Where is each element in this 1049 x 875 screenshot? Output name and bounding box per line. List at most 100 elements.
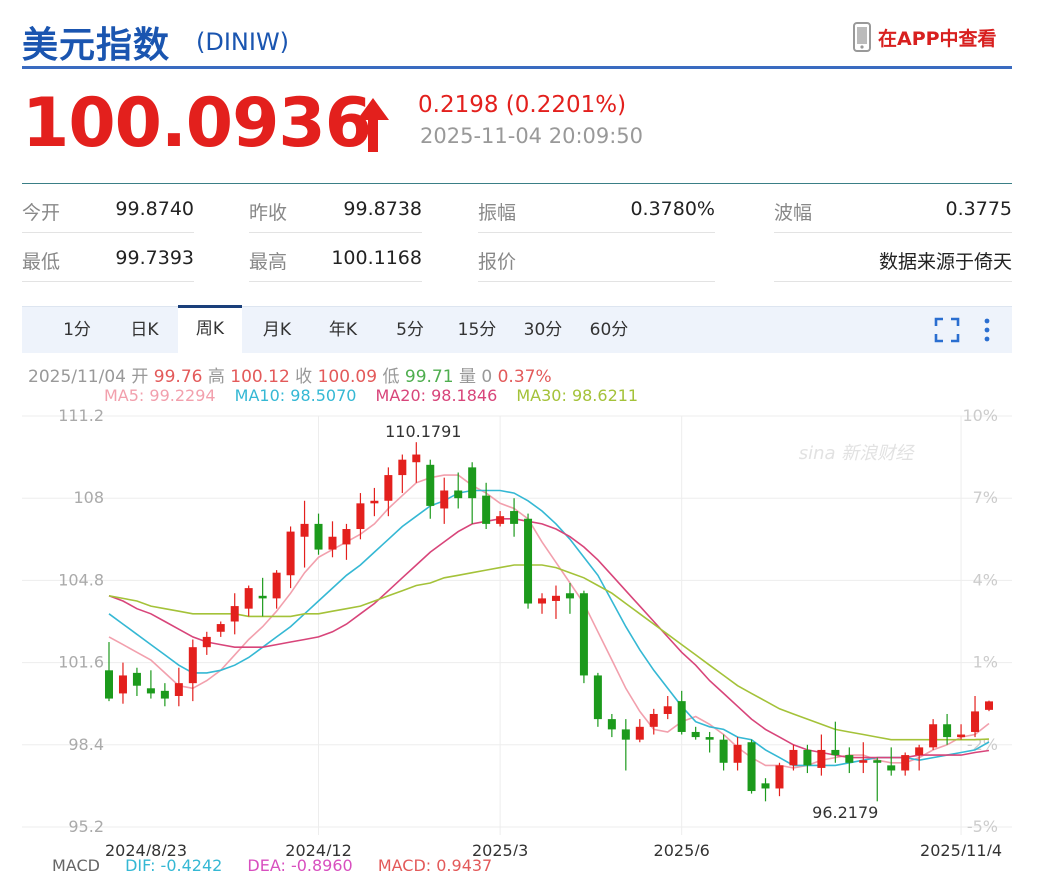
candle bbox=[985, 701, 993, 710]
candle bbox=[971, 711, 980, 732]
quote-label: 报价 bbox=[478, 251, 517, 273]
candle bbox=[188, 647, 197, 684]
candle bbox=[230, 606, 239, 622]
open-value: 99.8740 bbox=[115, 198, 194, 220]
tab-month[interactable]: 月K bbox=[248, 307, 306, 353]
bar-close-label: 收 bbox=[295, 367, 313, 387]
x-tick-label: 2025/6 bbox=[654, 841, 710, 856]
candle bbox=[454, 490, 463, 499]
open-in-app-label: 在APP中查看 bbox=[878, 27, 997, 50]
up-arrow-icon bbox=[357, 98, 389, 152]
y-tick-label: 98.4 bbox=[68, 735, 104, 754]
pct-tick-label: 1% bbox=[973, 653, 998, 672]
tab-30min[interactable]: 30分 bbox=[516, 307, 570, 353]
x-tick-label: 2024/12 bbox=[285, 841, 351, 856]
candle bbox=[929, 724, 938, 748]
dif-value: DIF: -0.4242 bbox=[125, 856, 223, 875]
candle bbox=[398, 459, 407, 476]
low-value: 99.7393 bbox=[115, 247, 194, 269]
bar-percent: 0.37% bbox=[497, 367, 552, 387]
amplitude-value: 0.3780% bbox=[630, 198, 715, 220]
candle bbox=[733, 744, 742, 763]
y-tick-label: 108 bbox=[73, 488, 104, 507]
stats-row-divider bbox=[774, 281, 1012, 282]
low-label: 最低 bbox=[22, 251, 61, 273]
tab-week[interactable]: 周K bbox=[178, 305, 242, 355]
candle bbox=[160, 690, 169, 699]
candle bbox=[607, 719, 616, 730]
high-label: 最高 bbox=[249, 251, 288, 273]
tab-15min[interactable]: 15分 bbox=[450, 307, 504, 353]
pct-tick-label: 4% bbox=[973, 570, 998, 589]
candle bbox=[663, 706, 672, 714]
candle bbox=[649, 713, 658, 727]
bar-volume: 0 bbox=[481, 367, 493, 387]
stats-row-divider bbox=[478, 281, 715, 282]
candle bbox=[719, 739, 728, 763]
fullscreen-icon[interactable] bbox=[934, 317, 960, 343]
y-tick-label: 104.8 bbox=[58, 570, 104, 589]
bar-high: 100.12 bbox=[230, 367, 290, 387]
bar-low-label: 低 bbox=[382, 367, 400, 387]
candle bbox=[705, 737, 714, 740]
tab-1min[interactable]: 1分 bbox=[52, 307, 102, 353]
candle bbox=[873, 760, 882, 763]
candle bbox=[789, 749, 798, 766]
candle bbox=[915, 747, 924, 756]
period-tabs: 1分 日K 周K 月K 年K 5分 15分 30分 60分 bbox=[22, 305, 1012, 355]
candle bbox=[426, 464, 435, 506]
quote-timestamp: 2025-11-04 20:09:50 bbox=[420, 124, 644, 148]
data-source: 数据来源于倚天 bbox=[878, 251, 1012, 273]
open-in-app-link[interactable]: 在APP中查看 bbox=[852, 22, 997, 52]
open-label: 今开 bbox=[22, 202, 61, 224]
candle bbox=[551, 595, 560, 601]
stats-row-divider bbox=[22, 232, 194, 233]
candle bbox=[286, 531, 295, 576]
candle bbox=[146, 688, 155, 694]
candle bbox=[314, 523, 323, 550]
tab-60min[interactable]: 60分 bbox=[582, 307, 636, 353]
tab-day[interactable]: 日K bbox=[117, 307, 172, 353]
stats-row-divider bbox=[249, 232, 422, 233]
candle bbox=[775, 765, 784, 789]
candle bbox=[761, 783, 770, 789]
stats-row-divider bbox=[22, 281, 194, 282]
bar-open-label: 开 bbox=[131, 367, 149, 387]
bar-volume-label: 量 bbox=[458, 367, 476, 387]
current-price: 100.0936 bbox=[22, 84, 372, 163]
tab-year[interactable]: 年K bbox=[314, 307, 372, 353]
candle bbox=[817, 749, 826, 768]
candle bbox=[342, 529, 351, 545]
candle bbox=[258, 595, 267, 599]
candle bbox=[565, 593, 574, 599]
phone-icon bbox=[853, 22, 871, 52]
macd-legend: MACD DIF: -0.4242 DEA: -0.8960 MACD: 0.9… bbox=[52, 856, 512, 875]
candle bbox=[202, 636, 211, 648]
candle bbox=[244, 588, 253, 609]
candle bbox=[216, 624, 225, 632]
bar-info: 2025/11/04 开 99.76 高 100.12 收 100.09 低 9… bbox=[28, 362, 552, 387]
stats-row-divider bbox=[774, 232, 1012, 233]
price-change: 0.2198 (0.2201%) bbox=[418, 92, 627, 118]
prev-close-label: 昨收 bbox=[249, 202, 288, 224]
tab-5min[interactable]: 5分 bbox=[386, 307, 434, 353]
candle bbox=[677, 701, 686, 732]
ma-line-ma10 bbox=[108, 489, 990, 767]
bar-close: 100.09 bbox=[317, 367, 378, 387]
candle bbox=[118, 675, 127, 694]
candle bbox=[524, 518, 533, 604]
candle bbox=[272, 572, 281, 599]
stats-row-divider bbox=[249, 281, 422, 282]
x-tick-label: 2025/11/4 bbox=[920, 841, 1002, 856]
candle bbox=[538, 598, 547, 604]
y-tick-label: 111.2 bbox=[58, 406, 104, 425]
more-options-icon[interactable] bbox=[980, 317, 994, 343]
kline-chart[interactable]: 111.2 10%108 7%104.8 4%101.6 1%98.4 -2%95.2 -5… bbox=[0, 400, 1049, 856]
candle bbox=[635, 726, 644, 740]
candle bbox=[803, 749, 812, 766]
range-label: 波幅 bbox=[774, 202, 813, 224]
stats-divider bbox=[22, 183, 1012, 184]
candle bbox=[440, 490, 449, 509]
candle bbox=[496, 516, 505, 524]
macd-value: MACD: 0.9437 bbox=[377, 856, 493, 875]
